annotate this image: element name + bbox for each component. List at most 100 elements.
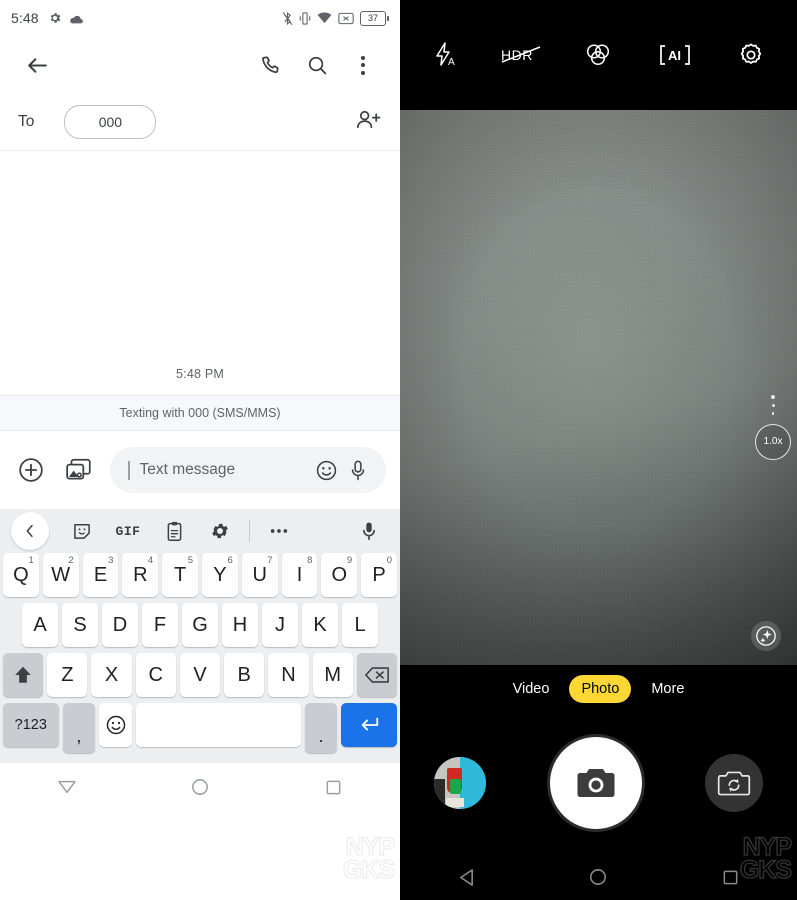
enter-key[interactable] — [341, 703, 398, 747]
watermark-left: NYP GKS — [342, 834, 395, 884]
zoom-control[interactable]: 1.0x — [755, 395, 791, 460]
vibrate-icon — [299, 11, 311, 25]
overflow-menu-button[interactable] — [340, 42, 386, 88]
status-bar-system-icons: 37 — [282, 10, 389, 26]
key-w[interactable]: 2W — [42, 553, 79, 597]
key-z[interactable]: Z — [47, 653, 88, 697]
keyboard-row-1: 1Q 2W 3E 4R 5T 6Y 7U 8I 9O 0P — [0, 553, 400, 597]
keyboard-toolbar: GIF — [0, 509, 400, 553]
key-e[interactable]: 3E — [82, 553, 119, 597]
key-g[interactable]: G — [182, 603, 218, 647]
sticker-button[interactable] — [59, 512, 105, 550]
emoji-icon — [106, 715, 125, 735]
period-key[interactable]: . — [304, 703, 338, 753]
search-button[interactable] — [294, 42, 340, 88]
backspace-key[interactable] — [356, 653, 397, 697]
nav-recents-button[interactable] — [303, 764, 363, 810]
mode-more[interactable]: More — [639, 675, 696, 703]
clipboard-button[interactable] — [151, 512, 197, 550]
mode-photo[interactable]: Photo — [569, 675, 632, 703]
shift-key[interactable] — [3, 653, 44, 697]
zoom-level-button[interactable]: 1.0x — [755, 423, 791, 460]
viewfinder-vignette — [400, 110, 797, 665]
key-b[interactable]: B — [224, 653, 265, 697]
svg-text:A: A — [448, 57, 455, 68]
key-i[interactable]: 8I — [281, 553, 318, 597]
clipboard-icon — [167, 521, 181, 541]
key-y[interactable]: 6Y — [202, 553, 238, 597]
back-triangle-icon — [459, 868, 473, 886]
nav-back-button[interactable] — [37, 764, 97, 810]
gear-icon — [212, 523, 228, 539]
beauty-toggle-button[interactable] — [751, 621, 781, 651]
watermark-line-2: GKS — [342, 856, 395, 884]
gear-icon — [740, 43, 762, 64]
nav-home-button[interactable] — [568, 854, 628, 900]
more-horizontal-icon — [270, 529, 288, 533]
camera-viewfinder[interactable]: 1.0x — [400, 110, 797, 665]
bluetooth-off-icon — [282, 11, 293, 25]
microphone-icon[interactable] — [348, 459, 368, 482]
emoji-key[interactable] — [99, 703, 132, 747]
key-p[interactable]: 0P — [361, 553, 397, 597]
comma-key[interactable]: , — [62, 703, 96, 753]
color-filter-button[interactable] — [574, 31, 622, 79]
key-c[interactable]: C — [135, 653, 176, 697]
keyboard-row-4: ?123 , . — [0, 703, 400, 753]
symbols-key[interactable]: ?123 — [3, 703, 59, 747]
ai-scene-button[interactable]: AI — [651, 31, 699, 79]
keyboard-more-button[interactable] — [256, 512, 302, 550]
system-navigation-bar-left — [0, 763, 400, 811]
phone-icon — [261, 55, 279, 73]
add-contact-button[interactable] — [355, 108, 382, 137]
key-u[interactable]: 7U — [241, 553, 278, 597]
key-d[interactable]: D — [102, 603, 138, 647]
text-caret — [128, 460, 130, 480]
key-s[interactable]: S — [62, 603, 98, 647]
call-button[interactable] — [248, 42, 294, 88]
attach-button[interactable] — [14, 453, 48, 487]
nav-back-button[interactable] — [436, 854, 496, 900]
key-n[interactable]: N — [268, 653, 309, 697]
key-j[interactable]: J — [262, 603, 298, 647]
key-x[interactable]: X — [91, 653, 132, 697]
camera-settings-button[interactable] — [727, 31, 775, 79]
space-key[interactable] — [135, 703, 301, 747]
key-a[interactable]: A — [22, 603, 58, 647]
emoji-icon[interactable] — [315, 459, 338, 482]
nav-home-button[interactable] — [170, 764, 230, 810]
key-m[interactable]: M — [312, 653, 353, 697]
gallery-thumbnail-button[interactable] — [434, 757, 486, 809]
key-t[interactable]: 5T — [162, 553, 198, 597]
zoom-slider-dot — [771, 404, 775, 407]
color-filter-icon — [587, 44, 610, 66]
key-k[interactable]: K — [302, 603, 338, 647]
microphone-icon — [363, 522, 375, 541]
voice-input-button[interactable] — [346, 512, 392, 550]
flash-auto-button[interactable]: A — [422, 31, 470, 79]
key-q[interactable]: 1Q — [3, 553, 39, 597]
key-r[interactable]: 4R — [122, 553, 159, 597]
message-input[interactable]: Text message — [110, 447, 386, 493]
key-l[interactable]: L — [342, 603, 378, 647]
key-o[interactable]: 9O — [321, 553, 358, 597]
nav-recents-button[interactable] — [701, 854, 761, 900]
keyboard-settings-button[interactable] — [197, 512, 243, 550]
gif-button[interactable]: GIF — [105, 512, 151, 550]
media-picker-button[interactable] — [62, 453, 96, 487]
mode-video[interactable]: Video — [501, 675, 562, 703]
flip-camera-button[interactable] — [705, 754, 763, 812]
back-button[interactable] — [14, 42, 60, 88]
message-input-placeholder: Text message — [139, 461, 236, 478]
hdr-off-button[interactable]: HDR — [498, 31, 546, 79]
keyboard-expand-button[interactable] — [11, 512, 49, 550]
key-f[interactable]: F — [142, 603, 178, 647]
key-v[interactable]: V — [179, 653, 221, 697]
recipient-chip[interactable]: 000 — [64, 105, 157, 139]
gallery-camera-icon — [66, 458, 91, 480]
shutter-button[interactable] — [549, 737, 642, 829]
key-h[interactable]: H — [222, 603, 258, 647]
chevron-left-icon — [26, 524, 33, 538]
backspace-icon — [364, 667, 389, 683]
more-vertical-icon — [361, 55, 365, 75]
